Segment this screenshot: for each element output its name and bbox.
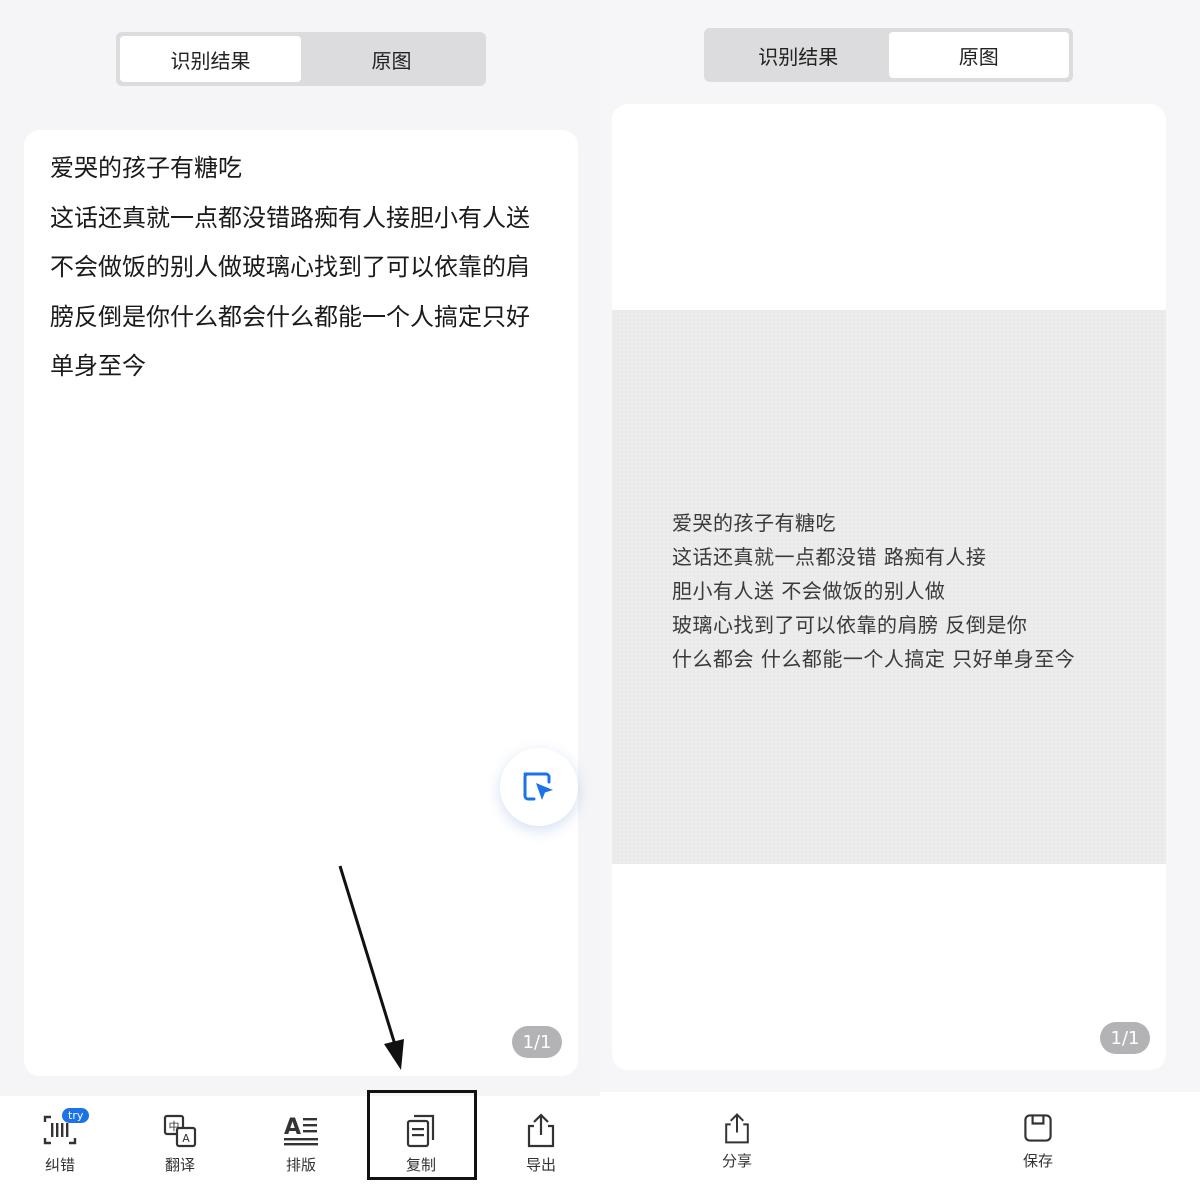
copy-button[interactable]: 复制 [376,1110,466,1175]
photo-line: 玻璃心找到了可以依靠的肩膀 反倒是你 [672,613,1028,637]
select-text-button[interactable] [500,748,578,826]
original-photo: 爱哭的孩子有糖吃 这话还真就一点都没错 路痴有人接 胆小有人送 不会做饭的别人做… [612,310,1166,864]
correct-label: 纠错 [44,1156,75,1174]
page-indicator: 1/1 [1100,1022,1150,1054]
ocr-result-card: 爱哭的孩子有糖吃 这话还真就一点都没错路痴有人接胆小有人送 不会做饭的别人做玻璃… [24,130,578,1076]
photo-line: 这话还真就一点都没错 路痴有人接 [672,545,987,569]
export-label: 导出 [525,1156,556,1174]
recognition-result-screen: 识别结果 原图 爱哭的孩子有糖吃 这话还真就一点都没错路痴有人接胆小有人送 不会… [0,0,600,1200]
share-icon [725,1113,749,1144]
share-label: 分享 [721,1152,752,1170]
screenshot-comparison: 识别结果 原图 爱哭的孩子有糖吃 这话还真就一点都没错路痴有人接胆小有人送 不会… [0,0,1200,1200]
view-toggle: 识别结果 原图 [116,32,486,86]
photo-text: 爱哭的孩子有糖吃 这话还真就一点都没错 路痴有人接 胆小有人送 不会做饭的别人做… [672,506,1075,676]
export-button[interactable]: 导出 [496,1110,586,1175]
photo-line: 胆小有人送 不会做饭的别人做 [672,579,946,603]
svg-text:A: A [284,1115,301,1140]
text-format-icon: A [284,1115,318,1146]
bottom-toolbar: 纠错 try 中 A 翻译 A 排版 复制 导出 [0,1096,600,1200]
tab-recognition-result[interactable]: 识别结果 [708,32,889,78]
photo-line: 爱哭的孩子有糖吃 [672,511,836,535]
share-button[interactable]: 分享 [692,1110,782,1171]
translate-icon: 中 A [163,1114,197,1148]
cursor-select-icon [523,772,553,801]
tab-original-image[interactable]: 原图 [301,36,482,82]
ocr-text-area[interactable]: 爱哭的孩子有糖吃 这话还真就一点都没错路痴有人接胆小有人送 不会做饭的别人做玻璃… [50,144,560,392]
save-label: 保存 [1022,1152,1053,1170]
tab-original-image[interactable]: 原图 [888,32,1069,78]
bottom-toolbar: 分享 保存 [600,1092,1200,1200]
layout-button[interactable]: A 排版 [256,1110,346,1175]
save-button[interactable]: 保存 [993,1110,1083,1171]
ocr-line: 单身至今 [50,352,146,380]
try-badge: try [62,1108,90,1123]
copy-label: 复制 [405,1156,436,1174]
layout-label: 排版 [285,1156,316,1174]
ocr-line: 膀反倒是你什么都会什么都能一个人搞定只好 [50,302,530,331]
translate-button[interactable]: 中 A 翻译 [135,1110,225,1175]
page-indicator: 1/1 [512,1026,562,1058]
ocr-line: 这话还真就一点都没错路痴有人接胆小有人送 [50,203,530,232]
save-icon [1024,1114,1052,1142]
original-image-screen: 识别结果 原图 爱哭的孩子有糖吃 这话还真就一点都没错 路痴有人接 胆小有人送 … [600,0,1200,1200]
svg-text:A: A [182,1132,190,1145]
photo-line: 什么都会 什么都能一个人搞定 只好单身至今 [672,647,1076,671]
ocr-line: 爱哭的孩子有糖吃 [50,154,242,182]
view-toggle: 识别结果 原图 [704,28,1073,82]
original-image-card: 爱哭的孩子有糖吃 这话还真就一点都没错 路痴有人接 胆小有人送 不会做饭的别人做… [612,104,1166,1070]
ocr-line: 不会做饭的别人做玻璃心找到了可以依靠的肩 [50,253,530,281]
correct-button[interactable]: 纠错 [15,1110,105,1175]
copy-icon [406,1114,435,1148]
export-icon [527,1113,555,1148]
translate-label: 翻译 [164,1156,195,1174]
tab-recognition-result[interactable]: 识别结果 [120,36,301,82]
